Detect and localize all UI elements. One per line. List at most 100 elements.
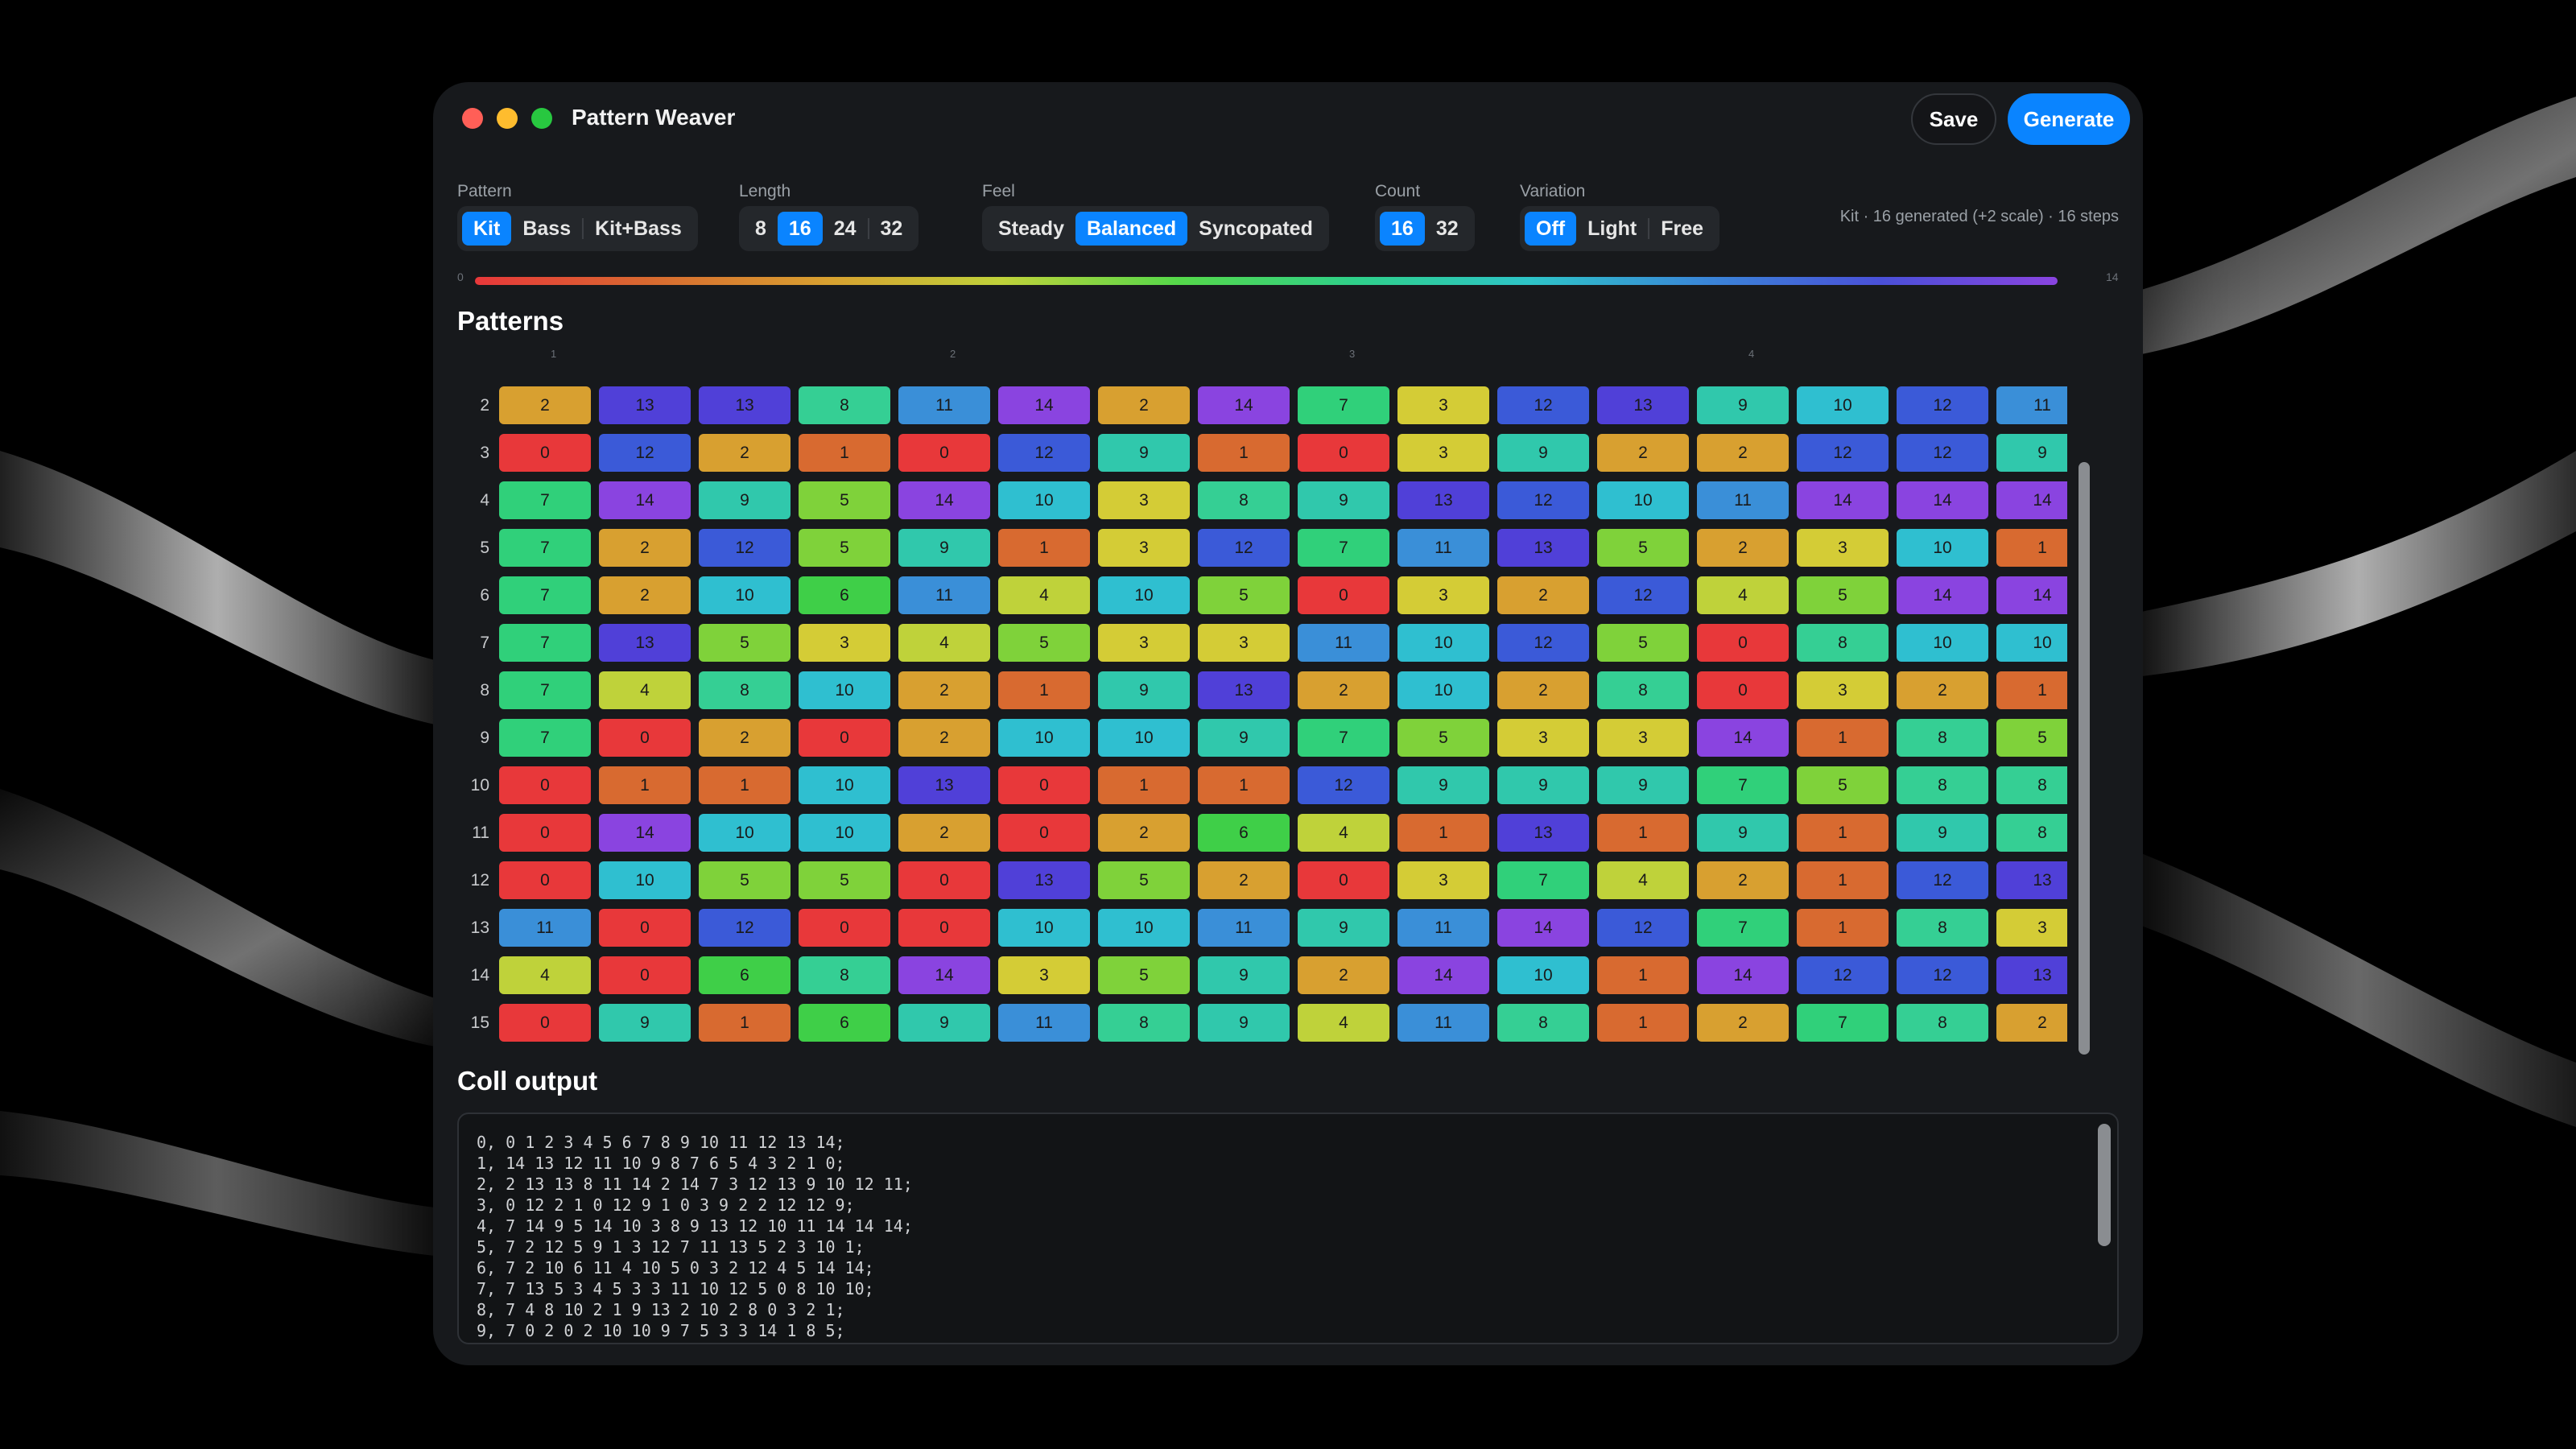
- pattern-cell[interactable]: 14: [1897, 576, 1988, 614]
- feel-option-balanced[interactable]: Balanced: [1075, 212, 1188, 246]
- pattern-cell[interactable]: 2: [1697, 434, 1789, 472]
- pattern-cell[interactable]: 3: [1797, 671, 1889, 709]
- pattern-cell[interactable]: 5: [1797, 576, 1889, 614]
- pattern-cell[interactable]: 5: [1597, 624, 1689, 662]
- pattern-cell[interactable]: 11: [998, 1004, 1090, 1042]
- pattern-cell[interactable]: 2: [699, 434, 791, 472]
- pattern-cell[interactable]: 5: [1597, 529, 1689, 567]
- pattern-cell[interactable]: 8: [1996, 766, 2067, 804]
- pattern-cell[interactable]: 13: [1996, 956, 2067, 994]
- length-option-8[interactable]: 8: [744, 212, 778, 246]
- pattern-cell[interactable]: 11: [1397, 909, 1489, 947]
- pattern-cell[interactable]: 2: [1298, 956, 1389, 994]
- pattern-cell[interactable]: 10: [1497, 956, 1589, 994]
- pattern-cell[interactable]: 5: [1098, 861, 1190, 899]
- pattern-cell[interactable]: 1: [699, 766, 791, 804]
- pattern-cell[interactable]: 3: [1397, 861, 1489, 899]
- pattern-cell[interactable]: 9: [1697, 386, 1789, 424]
- minimize-window-button[interactable]: [497, 108, 518, 129]
- pattern-cell[interactable]: 12: [1897, 386, 1988, 424]
- pattern-cell[interactable]: 9: [1497, 434, 1589, 472]
- coll-scrollbar-thumb[interactable]: [2098, 1124, 2111, 1246]
- pattern-cell[interactable]: 0: [898, 861, 990, 899]
- pattern-cell[interactable]: 0: [998, 814, 1090, 852]
- pattern-cell[interactable]: 10: [998, 719, 1090, 757]
- pattern-cell[interactable]: 0: [1298, 861, 1389, 899]
- pattern-cell[interactable]: 1: [1797, 861, 1889, 899]
- pattern-cell[interactable]: 11: [1397, 529, 1489, 567]
- pattern-cell[interactable]: 0: [499, 861, 591, 899]
- pattern-cell[interactable]: 0: [799, 719, 890, 757]
- variation-option-free[interactable]: Free: [1649, 212, 1715, 246]
- pattern-cell[interactable]: 4: [898, 624, 990, 662]
- pattern-cell[interactable]: 1: [1597, 814, 1689, 852]
- pattern-cell[interactable]: 2: [1497, 576, 1589, 614]
- variation-option-off[interactable]: Off: [1525, 212, 1577, 246]
- pattern-cell[interactable]: 7: [1298, 719, 1389, 757]
- pattern-cell[interactable]: 10: [998, 909, 1090, 947]
- pattern-cell[interactable]: 14: [599, 481, 691, 519]
- pattern-cell[interactable]: 8: [1198, 481, 1290, 519]
- pattern-cell[interactable]: 0: [898, 909, 990, 947]
- pattern-cell[interactable]: 3: [1397, 434, 1489, 472]
- pattern-cell[interactable]: 12: [1797, 434, 1889, 472]
- pattern-cell[interactable]: 8: [1897, 719, 1988, 757]
- pattern-cell[interactable]: 11: [1397, 1004, 1489, 1042]
- pattern-cell[interactable]: 10: [699, 576, 791, 614]
- pattern-cell[interactable]: 4: [998, 576, 1090, 614]
- pattern-cell[interactable]: 3: [1497, 719, 1589, 757]
- pattern-cell[interactable]: 3: [1198, 624, 1290, 662]
- pattern-cell[interactable]: 8: [699, 671, 791, 709]
- pattern-cell[interactable]: 5: [1996, 719, 2067, 757]
- pattern-cell[interactable]: 5: [1198, 576, 1290, 614]
- pattern-cell[interactable]: 12: [1897, 861, 1988, 899]
- pattern-cell[interactable]: 11: [1697, 481, 1789, 519]
- variation-option-light[interactable]: Light: [1576, 212, 1648, 246]
- pattern-cell[interactable]: 3: [1397, 386, 1489, 424]
- pattern-cell[interactable]: 12: [1797, 956, 1889, 994]
- pattern-cell[interactable]: 0: [499, 814, 591, 852]
- pattern-cell[interactable]: 12: [1897, 956, 1988, 994]
- pattern-cell[interactable]: 12: [1597, 576, 1689, 614]
- pattern-cell[interactable]: 0: [1697, 671, 1789, 709]
- pattern-grid[interactable]: 1 2 3 4 2 2 13 13 8 11 14 2 14 7 3 12 13 9 10 12 11 3 0 12 2…: [457, 336, 2067, 1133]
- pattern-cell[interactable]: 14: [1497, 909, 1589, 947]
- pattern-cell[interactable]: 12: [1497, 481, 1589, 519]
- pattern-cell[interactable]: 14: [1697, 956, 1789, 994]
- pattern-cell[interactable]: 12: [998, 434, 1090, 472]
- pattern-cell[interactable]: 9: [1098, 434, 1190, 472]
- pattern-cell[interactable]: 5: [699, 861, 791, 899]
- pattern-cell[interactable]: 2: [599, 576, 691, 614]
- pattern-cell[interactable]: 13: [1996, 861, 2067, 899]
- pattern-cell[interactable]: 8: [1597, 671, 1689, 709]
- pattern-cell[interactable]: 10: [1797, 386, 1889, 424]
- pattern-cell[interactable]: 2: [1697, 529, 1789, 567]
- pattern-cell[interactable]: 11: [898, 386, 990, 424]
- pattern-cell[interactable]: 10: [699, 814, 791, 852]
- pattern-cell[interactable]: 1: [1996, 671, 2067, 709]
- pattern-cell[interactable]: 10: [998, 481, 1090, 519]
- pattern-cell[interactable]: 13: [1497, 529, 1589, 567]
- pattern-cell[interactable]: 0: [499, 1004, 591, 1042]
- zoom-window-button[interactable]: [531, 108, 552, 129]
- pattern-cell[interactable]: 0: [898, 434, 990, 472]
- pattern-cell[interactable]: 7: [499, 529, 591, 567]
- pattern-option-kit-bass[interactable]: Kit+Bass: [584, 212, 693, 246]
- pattern-cell[interactable]: 13: [599, 624, 691, 662]
- pattern-cell[interactable]: 14: [998, 386, 1090, 424]
- pattern-cell[interactable]: 10: [1098, 909, 1190, 947]
- pattern-cell[interactable]: 7: [499, 624, 591, 662]
- pattern-cell[interactable]: 3: [1797, 529, 1889, 567]
- pattern-cell[interactable]: 9: [599, 1004, 691, 1042]
- pattern-cell[interactable]: 8: [1897, 909, 1988, 947]
- pattern-cell[interactable]: 12: [699, 529, 791, 567]
- pattern-cell[interactable]: 9: [1298, 909, 1389, 947]
- pattern-cell[interactable]: 0: [599, 909, 691, 947]
- pattern-cell[interactable]: 14: [1397, 956, 1489, 994]
- pattern-cell[interactable]: 11: [499, 909, 591, 947]
- pattern-cell[interactable]: 8: [1897, 766, 1988, 804]
- pattern-cell[interactable]: 0: [1298, 576, 1389, 614]
- pattern-cell[interactable]: 9: [1397, 766, 1489, 804]
- pattern-cell[interactable]: 9: [1497, 766, 1589, 804]
- pattern-cell[interactable]: 2: [898, 814, 990, 852]
